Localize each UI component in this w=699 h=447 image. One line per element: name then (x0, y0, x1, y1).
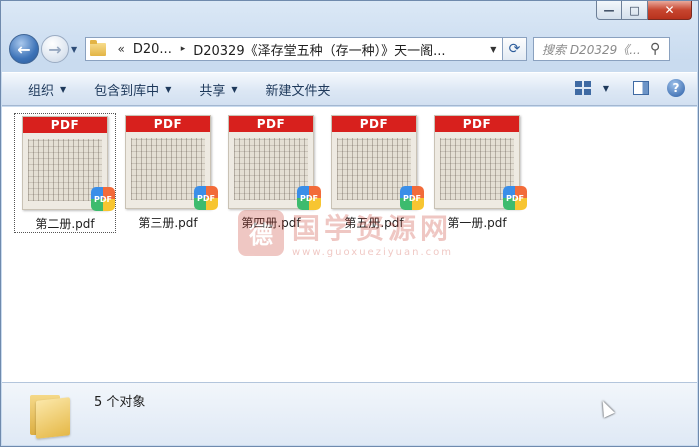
file-item[interactable]: PDF PDF 第一册.pdf (426, 113, 528, 233)
close-button[interactable]: ✕ (648, 1, 692, 20)
mouse-cursor-icon (597, 398, 615, 418)
pdf-header: PDF (23, 117, 107, 133)
include-in-library-label: 包含到库中 (94, 83, 160, 99)
share-label: 共享 (199, 83, 226, 99)
search-placeholder: 搜索 D20329《... (542, 42, 641, 57)
navigation-bar: ← → ▼ « D20... ▸ D20329《泽存堂五种（存一种）》天一阁..… (9, 34, 690, 64)
file-item[interactable]: PDF PDF 第四册.pdf (220, 113, 322, 233)
breadcrumb-item-current[interactable]: D20329《泽存堂五种（存一种）》天一阁... (193, 40, 484, 59)
new-folder-label: 新建文件夹 (265, 83, 331, 99)
back-arrow-icon: ← (17, 39, 31, 59)
organize-menu[interactable]: 组织 ▼ (28, 80, 66, 99)
organize-label: 组织 (28, 83, 55, 99)
refresh-button[interactable]: ⟳ (503, 37, 527, 61)
forward-button[interactable]: → (41, 35, 69, 63)
view-options-dropdown-icon[interactable]: ▼ (603, 84, 609, 93)
file-name[interactable]: 第三册.pdf (138, 214, 197, 231)
pdf-app-icon: PDF (194, 186, 218, 210)
search-box[interactable]: 搜索 D20329《... ⚲ (533, 37, 670, 61)
command-bar: 组织 ▼ 包含到库中 ▼ 共享 ▼ 新建文件夹 ▼ ? (2, 72, 697, 106)
pdf-header: PDF (229, 116, 313, 132)
include-in-library-menu[interactable]: 包含到库中 ▼ (94, 80, 171, 99)
preview-pane-icon[interactable] (633, 81, 649, 95)
pdf-thumbnail: PDF PDF (125, 115, 218, 210)
explorer-window: — □ ✕ ← → ▼ « D20... ▸ D20329《泽存堂五种（存一种）… (0, 0, 699, 447)
folder-icon (90, 39, 106, 56)
pdf-header: PDF (332, 116, 416, 132)
pdf-thumbnail: PDF PDF (434, 115, 527, 210)
pdf-thumbnail: PDF PDF (22, 116, 115, 211)
share-menu[interactable]: 共享 ▼ (199, 80, 237, 99)
new-folder-button[interactable]: 新建文件夹 (266, 80, 331, 99)
file-name[interactable]: 第二册.pdf (35, 215, 94, 232)
caption-buttons: — □ ✕ (596, 1, 692, 20)
file-item[interactable]: PDF PDF 第五册.pdf (323, 113, 425, 233)
file-list-view[interactable]: PDF PDF 第二册.pdf PDF PDF 第三册.pdf PDF PDF … (2, 107, 697, 383)
pdf-header: PDF (126, 116, 210, 132)
item-count: 5 个对象 (94, 395, 146, 410)
recent-pages-dropdown[interactable]: ▼ (71, 45, 83, 54)
pdf-app-icon: PDF (400, 186, 424, 210)
minimize-button[interactable]: — (596, 1, 622, 20)
search-icon[interactable]: ⚲ (650, 41, 668, 57)
details-pane: 5 个对象 (2, 382, 697, 445)
chevron-down-icon: ▼ (165, 84, 172, 94)
change-view-icon[interactable] (574, 81, 591, 95)
folder-icon (30, 393, 70, 439)
breadcrumb-item-parent[interactable]: D20... (133, 42, 171, 57)
chevron-down-icon: ▼ (60, 84, 67, 94)
refresh-icon: ⟳ (508, 41, 521, 57)
address-bar[interactable]: « D20... ▸ D20329《泽存堂五种（存一种）》天一阁... ▼ (85, 37, 503, 61)
pdf-thumbnail: PDF PDF (331, 115, 424, 210)
address-dropdown-icon[interactable]: ▼ (485, 45, 502, 54)
file-name[interactable]: 第五册.pdf (344, 214, 403, 231)
file-name[interactable]: 第一册.pdf (447, 214, 506, 231)
watermark-url: www.guoxueziyuan.com (292, 247, 453, 258)
pdf-app-icon: PDF (503, 186, 527, 210)
back-button[interactable]: ← (9, 34, 39, 64)
pdf-app-icon: PDF (91, 187, 115, 211)
forward-arrow-icon: → (48, 39, 62, 59)
file-item[interactable]: PDF PDF 第二册.pdf (14, 113, 116, 233)
toolbar-right: ▼ ? (574, 79, 685, 97)
help-icon[interactable]: ? (667, 79, 685, 97)
pdf-thumbnail: PDF PDF (228, 115, 321, 210)
file-name[interactable]: 第四册.pdf (241, 214, 300, 231)
pdf-app-icon: PDF (297, 186, 321, 210)
maximize-button[interactable]: □ (622, 1, 648, 20)
breadcrumb-overflow[interactable]: « (118, 42, 125, 56)
pdf-header: PDF (435, 116, 519, 132)
chevron-down-icon: ▼ (231, 84, 238, 94)
file-item[interactable]: PDF PDF 第三册.pdf (117, 113, 219, 233)
breadcrumb-separator-icon[interactable]: ▸ (181, 44, 186, 54)
